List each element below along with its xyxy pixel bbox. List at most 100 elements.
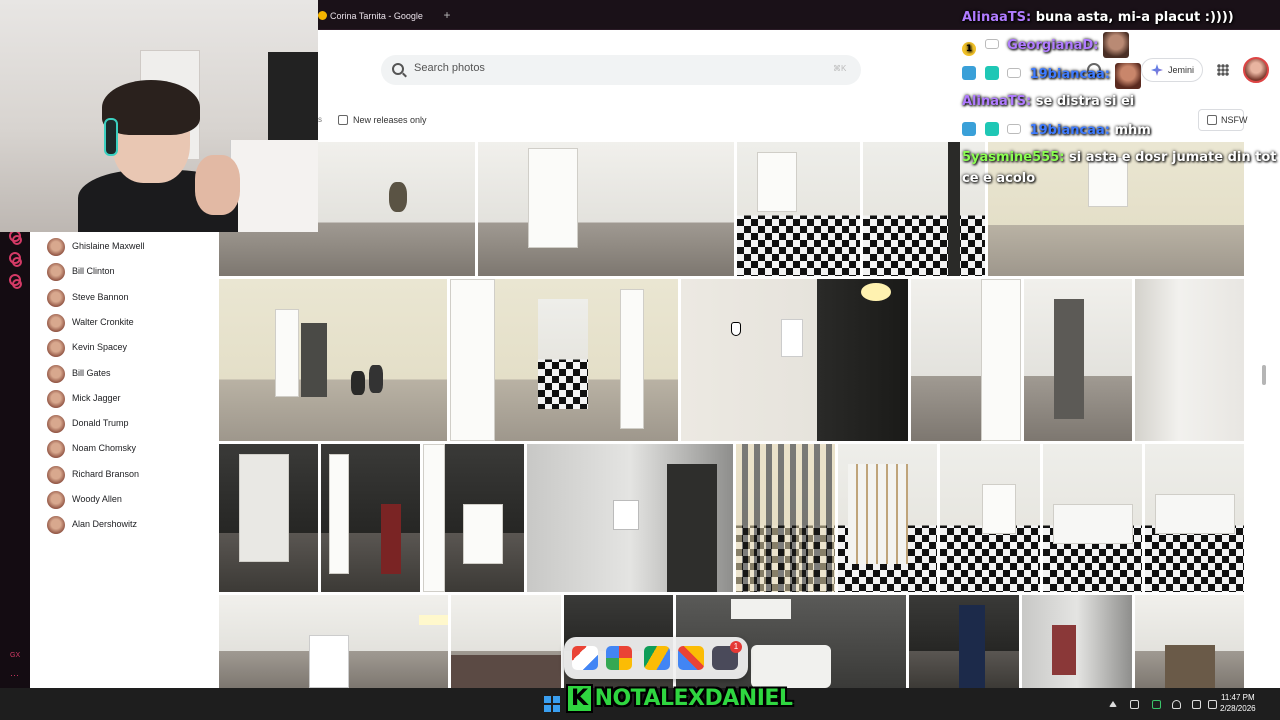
sidebar-person-item[interactable]: Steve Bannon	[47, 288, 207, 308]
chat-username: AlinaaTS:	[962, 94, 1032, 109]
photo-tile[interactable]	[1024, 279, 1132, 441]
discord-icon[interactable]	[1130, 700, 1139, 709]
filter-truncated-label: s	[318, 115, 322, 124]
sidebar-person-item[interactable]: Kevin Spacey	[47, 338, 207, 358]
person-name: Steve Bannon	[72, 291, 129, 302]
photo-tile[interactable]	[321, 444, 420, 592]
drive-icon[interactable]	[644, 646, 670, 670]
jemini-button[interactable]: Jemini	[1141, 58, 1203, 82]
mouse-pointer-icon	[731, 322, 741, 336]
photo-tile[interactable]	[736, 444, 835, 592]
photos-icon[interactable]	[606, 646, 632, 670]
person-name: Bill Gates	[72, 367, 111, 378]
chat-username: 19biancaa:	[1029, 67, 1110, 82]
page-scrollbar[interactable]	[1262, 365, 1266, 385]
new-releases-filter[interactable]: New releases only	[335, 110, 427, 130]
person-avatar	[47, 364, 65, 383]
chat-text: se distra si ei	[1035, 94, 1135, 109]
photo-tile[interactable]	[527, 444, 733, 592]
photo-tile[interactable]	[1135, 595, 1244, 688]
sidebar-person-item[interactable]: Richard Branson	[47, 465, 207, 485]
person-avatar	[47, 288, 65, 307]
security-icon[interactable]	[1152, 700, 1161, 709]
account-avatar[interactable]	[1243, 57, 1269, 83]
chat-message: 19biancaa: mhm	[962, 122, 1151, 138]
person-avatar	[47, 339, 65, 358]
nsfw-filter[interactable]: NSFW	[1198, 109, 1248, 131]
chat-message: ce e acolo	[962, 171, 1035, 186]
chat-message: AlinaaTS: buna asta, mi-a placut :))))	[962, 10, 1234, 25]
banner-name: NOTALEXDANIEL	[594, 686, 793, 711]
nsfw-checkbox[interactable]	[1207, 115, 1217, 125]
new-releases-checkbox[interactable]	[338, 115, 348, 125]
flights-icon[interactable]	[678, 646, 704, 670]
gmail-icon[interactable]	[572, 646, 598, 670]
chat-text: si asta e dosr jumate din tot	[1068, 150, 1277, 165]
sidebar-person-item[interactable]: Mick Jagger	[47, 389, 207, 409]
sub-badge-icon	[1007, 124, 1022, 134]
microphone-icon[interactable]	[1172, 700, 1181, 709]
tray-overflow-icon[interactable]	[1109, 701, 1117, 707]
browser-tab[interactable]: Corina Tarnita - Google Se	[312, 6, 432, 41]
taskbar-clock[interactable]: 11:47 PM 2/28/2026	[1220, 692, 1256, 714]
photo-tile[interactable]	[911, 279, 1021, 441]
new-releases-label: New releases only	[353, 115, 427, 125]
history-icon[interactable]	[12, 235, 22, 245]
chat-text: ce e acolo	[962, 171, 1036, 186]
sidebar-person-item[interactable]: Donald Trump	[47, 414, 207, 434]
person-avatar	[47, 465, 65, 484]
photo-tile[interactable]	[219, 595, 448, 688]
photo-tile[interactable]	[478, 142, 734, 276]
moderator-badge-icon	[962, 66, 976, 80]
sidebar-person-item[interactable]: Walter Cronkite	[47, 313, 207, 333]
photo-tile[interactable]	[737, 142, 860, 276]
sidebar-person-item[interactable]: Alan Dershowitz	[47, 515, 207, 535]
photo-tile[interactable]	[1022, 595, 1132, 688]
search-input[interactable]: Search photos	[414, 62, 485, 74]
chat-username: 19biancaa:	[1029, 123, 1110, 138]
sub-badge-icon	[1007, 68, 1022, 78]
apps-grid-icon[interactable]	[1217, 64, 1229, 76]
new-tab-button[interactable]: +	[440, 6, 454, 24]
sidebar-person-item[interactable]: Ghislaine Maxwell	[47, 237, 207, 257]
sidebar-person-item[interactable]: Woody Allen	[47, 490, 207, 510]
person-avatar	[47, 313, 65, 332]
share-icon[interactable]	[12, 257, 22, 267]
person-name: Noam Chomsky	[72, 443, 137, 454]
photo-tile[interactable]	[219, 444, 318, 592]
photo-tile[interactable]	[423, 444, 524, 592]
chat-message: 5yasmine555: si asta e dosr jumate din t…	[962, 150, 1276, 165]
photo-tile[interactable]	[451, 595, 561, 688]
chat-text: mhm	[1114, 123, 1151, 138]
photo-tile[interactable]	[940, 444, 1040, 592]
photo-tile[interactable]	[219, 279, 447, 441]
gifter-badge-icon: 1	[962, 42, 976, 56]
photo-tile[interactable]	[838, 444, 937, 592]
person-name: Donald Trump	[72, 418, 129, 429]
sub-badge-icon	[984, 39, 999, 49]
sidebar-person-item[interactable]: Noam Chomsky	[47, 439, 207, 459]
photo-tile[interactable]	[909, 595, 1019, 688]
person-name: Walter Cronkite	[72, 316, 134, 327]
person-avatar	[47, 491, 65, 509]
sidebar-person-item[interactable]: Bill Gates	[47, 364, 207, 384]
photo-tile[interactable]	[1043, 444, 1142, 592]
photo-tile[interactable]	[681, 279, 908, 441]
more-options-icon[interactable]: ···	[10, 670, 19, 680]
person-name: Richard Branson	[72, 468, 140, 479]
network-icon[interactable]	[1192, 700, 1201, 709]
sidebar-person-item[interactable]: Bill Clinton	[47, 262, 207, 282]
volume-icon[interactable]	[1208, 700, 1217, 709]
photo-tile[interactable]	[1135, 279, 1244, 441]
search-icon	[392, 63, 404, 75]
photo-tile[interactable]	[1145, 444, 1244, 592]
person-avatar	[47, 238, 65, 256]
photo-tile[interactable]	[450, 279, 678, 441]
chat-username: 5yasmine555:	[962, 150, 1065, 165]
gx-label: GX	[10, 652, 21, 659]
settings-icon[interactable]	[12, 279, 22, 289]
chat-username: GeorgianaD:	[1007, 38, 1099, 53]
app-dock	[564, 637, 748, 679]
chat-emote-icon	[1115, 63, 1141, 89]
windows-start-icon[interactable]	[544, 696, 560, 712]
